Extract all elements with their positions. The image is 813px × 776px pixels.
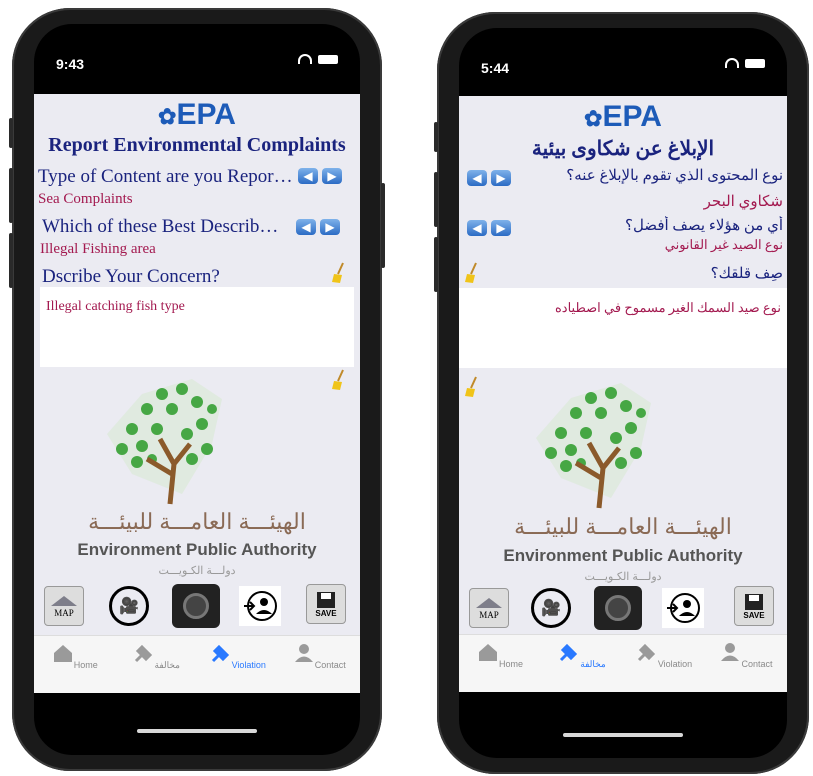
- question-describes: Which of these Best Describes?: [42, 216, 282, 237]
- floppy-disk-icon: [745, 593, 763, 610]
- answer-content-type: Sea Complaints: [38, 191, 133, 207]
- map-button[interactable]: MAP: [44, 586, 84, 626]
- gavel-icon: [134, 644, 152, 663]
- save-button[interactable]: SAVE: [734, 586, 774, 626]
- authority-arabic: الهيئـــة العامـــة للبيئـــة: [88, 509, 306, 534]
- question-concern: صِف قلقك؟: [710, 266, 783, 282]
- page-title: Report Environmental Complaints: [48, 134, 346, 156]
- gavel-icon: [637, 643, 655, 662]
- login-user-icon[interactable]: [662, 588, 704, 628]
- next-arrow-icon[interactable]: ▶: [320, 219, 340, 235]
- country-arabic: دولـــة الكـويـــت: [584, 571, 662, 583]
- person-icon: [294, 644, 313, 662]
- tab-contact[interactable]: Contact: [705, 635, 787, 692]
- country-arabic: دولـــة الكـويـــت: [158, 565, 236, 577]
- next-arrow-icon[interactable]: ▶: [491, 220, 511, 236]
- tab-contact[interactable]: Contact: [279, 636, 361, 693]
- broom-clear-icon[interactable]: [332, 262, 346, 284]
- wifi-icon: [725, 58, 739, 68]
- battery-icon: [745, 58, 765, 68]
- prev-arrow-icon[interactable]: ◀: [467, 170, 487, 186]
- answer-content-type: شكاوي البحر: [703, 194, 783, 210]
- prev-arrow-icon[interactable]: ◀: [298, 168, 318, 184]
- next-arrow-icon[interactable]: ▶: [322, 168, 342, 184]
- question-content-type: نوع المحتوى الذي تقوم بالإبلاغ عنه؟: [566, 168, 783, 184]
- gavel-icon: [560, 643, 578, 662]
- tab-home[interactable]: Home: [34, 636, 116, 693]
- concern-input[interactable]: Illegal catching fish type: [40, 287, 354, 367]
- video-camera-icon[interactable]: 🎥: [109, 586, 149, 626]
- map-icon: [51, 596, 77, 606]
- camera-icon[interactable]: [172, 584, 220, 628]
- left-phone: 9:43 ✿EPA Report Environmental Complaint…: [9, 8, 385, 771]
- tab-home[interactable]: Home: [459, 635, 541, 692]
- tree-logo-icon: [107, 379, 222, 505]
- broom-clear-icon[interactable]: [332, 369, 346, 391]
- floppy-disk-icon: [317, 591, 335, 608]
- login-user-icon[interactable]: [239, 586, 281, 626]
- next-arrow-icon[interactable]: ▶: [491, 170, 511, 186]
- wifi-icon: [298, 54, 312, 64]
- save-button[interactable]: SAVE: [306, 584, 346, 624]
- home-icon: [53, 645, 72, 662]
- battery-icon: [318, 54, 338, 64]
- authority-arabic: الهيئـــة العامـــة للبيئـــة: [514, 514, 732, 539]
- broom-clear-icon[interactable]: [465, 376, 479, 398]
- status-bar: 5:44: [459, 28, 787, 88]
- question-describes: أي من هؤلاء يصف أفضل؟: [624, 218, 783, 234]
- right-phone: 5:44 ✿EPA الإبلاغ عن شكاوى بيئية ◀ ▶ نوع…: [434, 12, 809, 774]
- tab-mukhalafa[interactable]: مخالفة: [116, 636, 198, 693]
- answer-describes: نوع الصيد غير القانوني: [664, 237, 783, 252]
- authority-english: Environment Public Authority: [77, 540, 317, 559]
- concern-input[interactable]: نوع صيد السمك الغير مسموح في اصطياده: [459, 288, 787, 368]
- question-concern: Dscribe Your Concern?: [42, 266, 220, 287]
- status-time: 9:43: [56, 56, 85, 72]
- status-bar: 9:43: [34, 24, 360, 84]
- tab-bar: Home مخالفة Violation Contact: [34, 635, 360, 693]
- home-icon: [478, 644, 497, 661]
- page-title: الإبلاغ عن شكاوى بيئية: [531, 138, 715, 160]
- status-time: 5:44: [481, 60, 510, 76]
- gavel-icon: [211, 644, 229, 663]
- prev-arrow-icon[interactable]: ◀: [296, 219, 316, 235]
- question-content-type: Type of Content are you Reporting?: [38, 166, 293, 187]
- map-button[interactable]: MAP: [469, 588, 509, 628]
- epa-logo: ✿EPA: [584, 100, 662, 133]
- tab-violation[interactable]: Violation: [623, 635, 705, 692]
- prev-arrow-icon[interactable]: ◀: [467, 220, 487, 236]
- home-indicator: [137, 729, 257, 733]
- video-camera-icon[interactable]: 🎥: [531, 588, 571, 628]
- authority-english: Environment Public Authority: [503, 546, 743, 565]
- epa-logo: ✿EPA: [158, 98, 236, 131]
- tab-mukhalafa[interactable]: مخالفة: [541, 635, 623, 692]
- tree-logo-icon: [536, 383, 651, 509]
- answer-describes: Illegal Fishing area: [40, 241, 156, 257]
- map-icon: [476, 598, 502, 608]
- tab-violation[interactable]: Violation: [197, 636, 279, 693]
- home-indicator: [563, 733, 683, 737]
- camera-icon[interactable]: [594, 586, 642, 630]
- tab-bar: Home مخالفة Violation Contact: [459, 634, 787, 692]
- broom-clear-icon[interactable]: [465, 262, 479, 284]
- person-icon: [721, 643, 740, 661]
